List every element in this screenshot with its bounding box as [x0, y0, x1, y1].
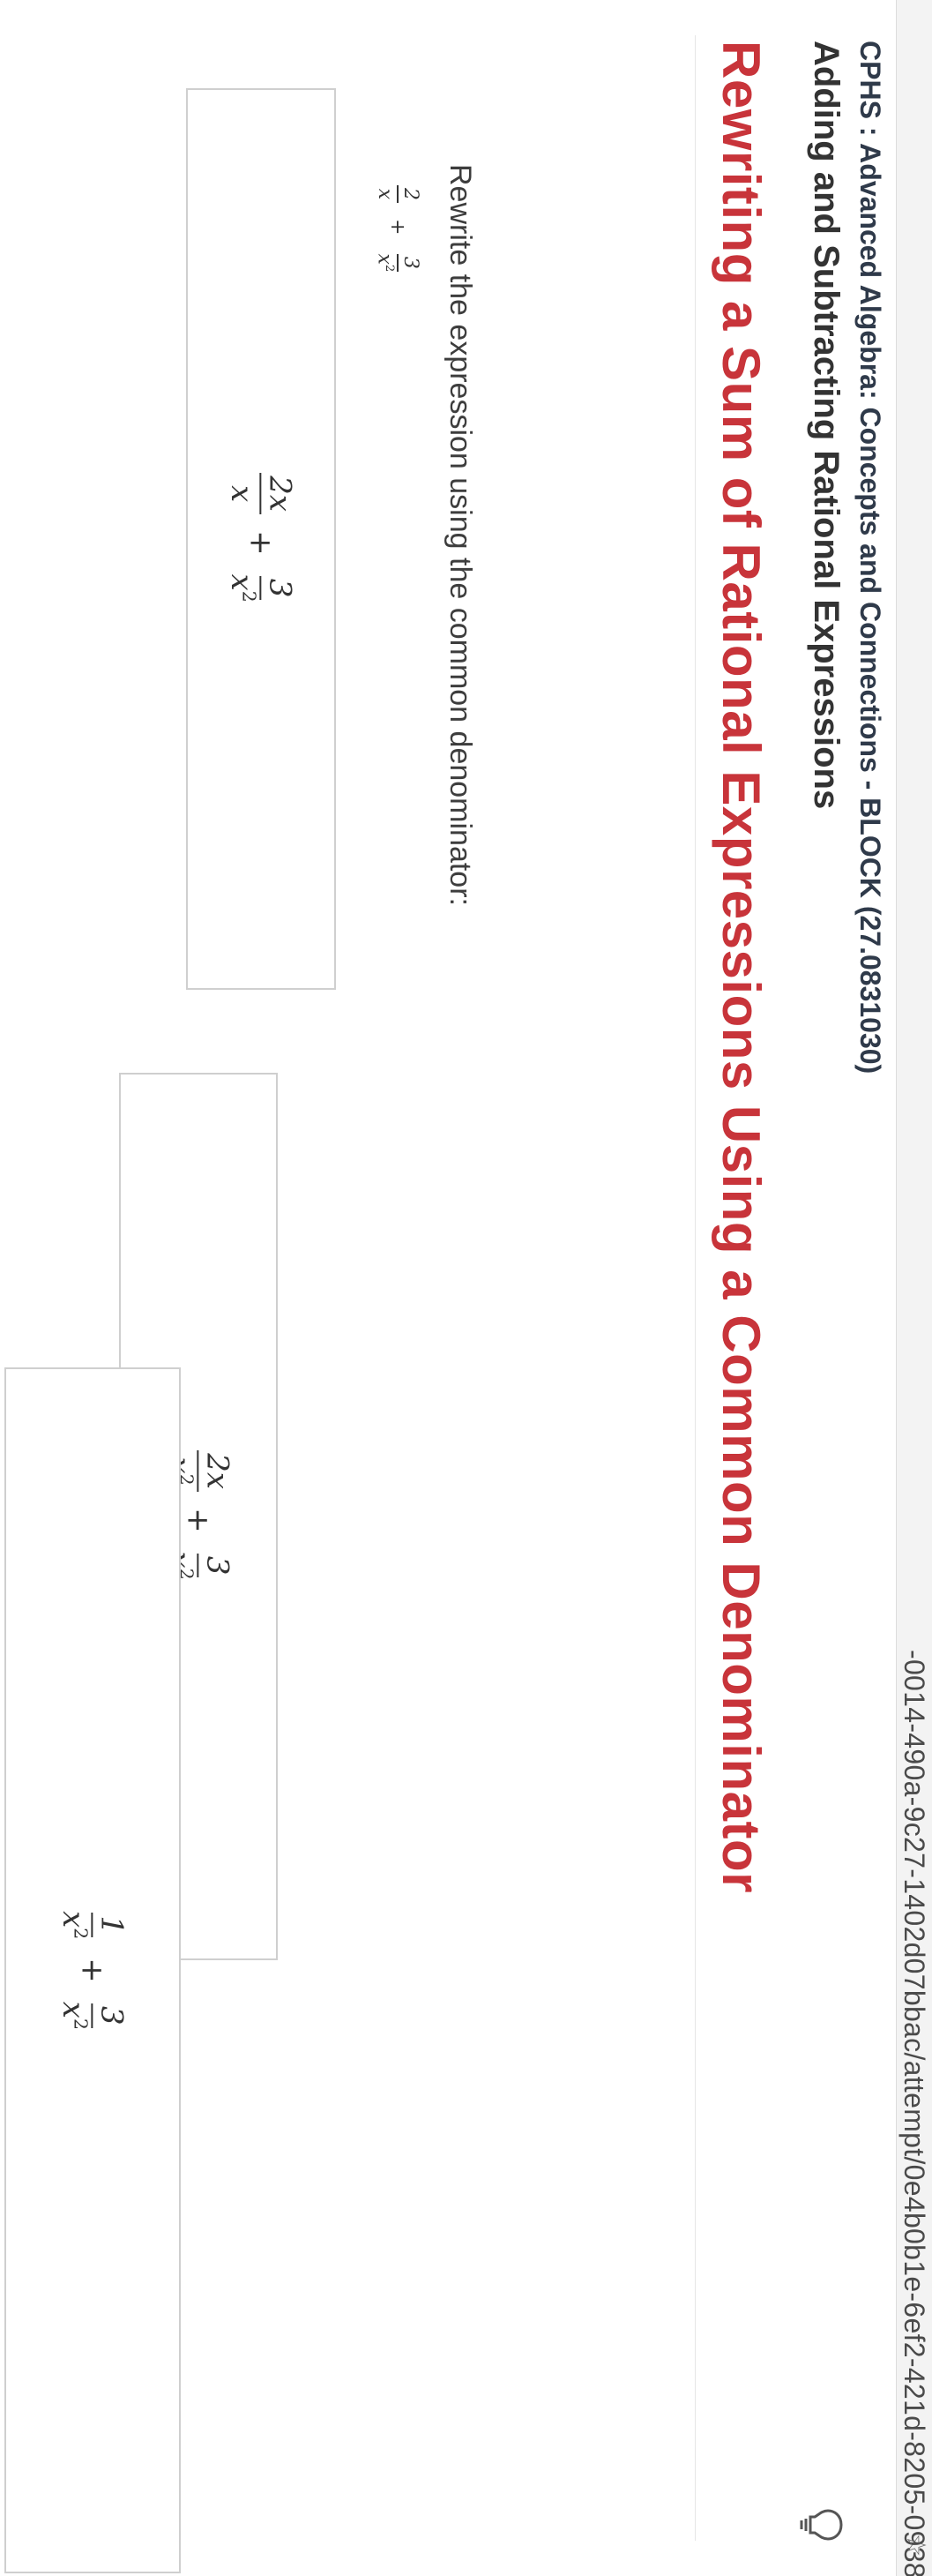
page: -0014-490a-9c27-1402d07bbac/attempt/0e4b… [0, 0, 932, 2576]
fraction: 3 x2 [373, 253, 422, 273]
url-text: -0014-490a-9c27-1402d07bbac/attempt/0e4b… [898, 1650, 930, 2576]
answer-choice-c[interactable]: 1 x2 + 3 x2 [4, 1367, 181, 2573]
question-prompt: Rewrite the expression using the common … [444, 164, 477, 906]
fraction: 2 x [374, 185, 421, 203]
plus-operator: + [180, 1508, 216, 1533]
fraction: 1 x2 [56, 1911, 130, 1940]
lesson-title: Adding and Subtracting Rational Expressi… [807, 41, 846, 810]
fraction: 2x x [224, 473, 297, 515]
fraction: 3 x2 [56, 2001, 130, 2030]
star-outline-icon[interactable]: ☆ [900, 2530, 930, 2560]
answer-choice-a[interactable]: 2x x + 3 x2 [186, 88, 336, 990]
browser-url-bar[interactable]: -0014-490a-9c27-1402d07bbac/attempt/0e4b… [896, 0, 932, 2576]
page-heading: Rewriting a Sum of Rational Expressions … [712, 41, 771, 1893]
plus-operator: + [74, 1958, 110, 1983]
fraction: 3 x2 [224, 573, 298, 603]
course-title: CPHS : Advanced Algebra: Concepts and Co… [854, 41, 886, 1075]
plus-operator: + [386, 219, 409, 236]
lightbulb-icon[interactable] [798, 2507, 844, 2542]
plus-operator: + [242, 530, 279, 556]
divider [695, 35, 696, 2541]
given-expression: 2 x + 3 x2 [373, 182, 428, 278]
